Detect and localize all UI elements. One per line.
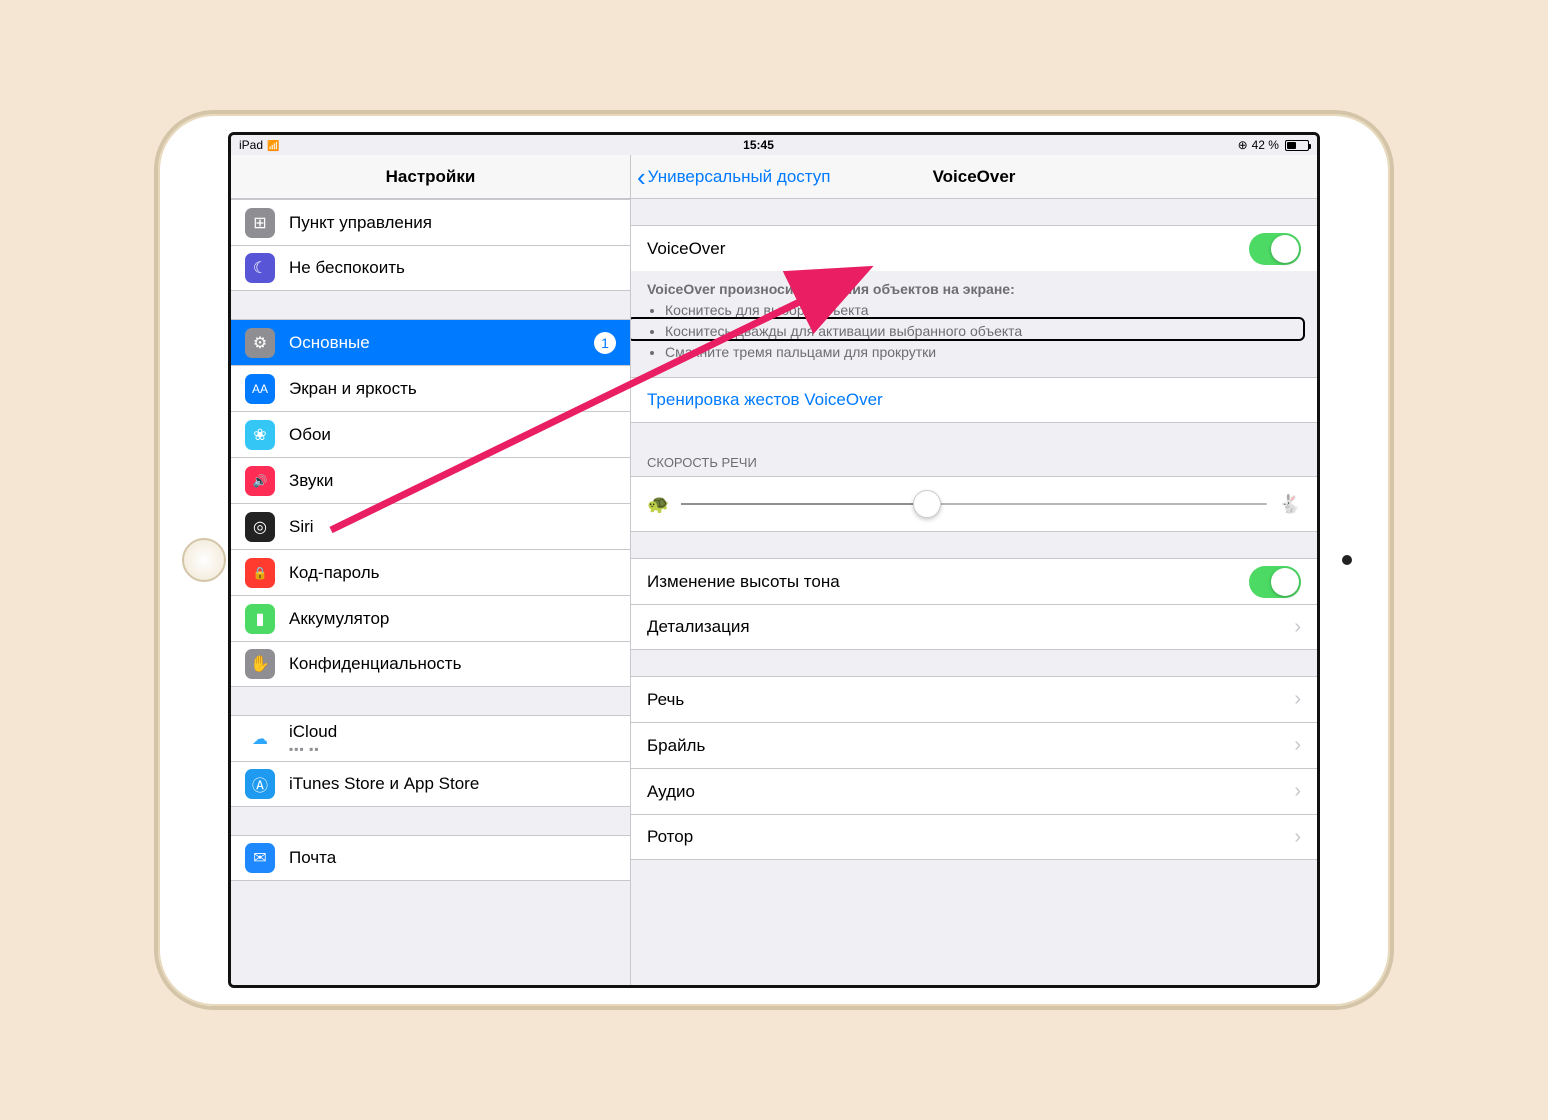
sidebar-item-wallpaper[interactable]: ❀ Обои: [231, 411, 630, 457]
camera-dot: [1342, 555, 1352, 565]
badge: 1: [594, 332, 616, 354]
voiceover-label: VoiceOver: [647, 239, 1249, 259]
back-label: Универсальный доступ: [648, 167, 831, 187]
sidebar-title: Настройки: [231, 155, 630, 199]
ipad-frame: iPad 15:45 ⊕ 42 % Настройки ⊞ Пункт управ…: [154, 110, 1394, 1010]
sidebar-item-label: Звуки: [289, 471, 616, 491]
audio-row[interactable]: Аудио ›: [631, 768, 1317, 814]
sidebar-item-privacy[interactable]: ✋ Конфиденциальность: [231, 641, 630, 687]
sidebar-item-label: Конфиденциальность: [289, 654, 616, 674]
privacy-icon: ✋: [245, 649, 275, 679]
passcode-icon: 🔒: [245, 558, 275, 588]
wallpaper-icon: ❀: [245, 420, 275, 450]
sidebar-item-stores[interactable]: ⒶiTunes Store и App Store: [231, 761, 630, 807]
sidebar-item-label: Siri: [289, 517, 616, 537]
slider-fill: [681, 503, 927, 505]
voiceover-switch[interactable]: [1249, 233, 1301, 265]
sidebar-item-label: Аккумулятор: [289, 609, 616, 629]
sidebar-item-general[interactable]: ⚙ Основные 1: [231, 319, 630, 365]
mail-icon: ✉: [245, 843, 275, 873]
voiceover-desc-bullet: Коснитесь для выбора объекта: [665, 300, 1301, 321]
chevron-right-icon: ›: [1294, 688, 1301, 711]
speaking-rate-slider[interactable]: 🐢 🐇: [631, 476, 1317, 532]
rabbit-icon: 🐇: [1279, 494, 1301, 515]
braille-row[interactable]: Брайль ›: [631, 722, 1317, 768]
orientation-lock-icon: ⊕: [1238, 138, 1248, 152]
speech-row[interactable]: Речь ›: [631, 676, 1317, 722]
chevron-right-icon: ›: [1294, 616, 1301, 639]
sidebar-item-icloud[interactable]: ☁ iCloud▪▪▪ ▪▪: [231, 715, 630, 761]
sidebar-item-mail[interactable]: ✉ Почта: [231, 835, 630, 881]
siri-icon: ◎: [245, 512, 275, 542]
wifi-icon: [267, 138, 279, 152]
detail-title: VoiceOver: [933, 167, 1016, 187]
home-button[interactable]: [182, 538, 226, 582]
settings-sidebar[interactable]: Настройки ⊞ Пункт управления ☾ Не беспокоит…: [231, 155, 631, 985]
voiceover-desc-bullet: Коснитесь дважды для активации выбранног…: [665, 321, 1301, 342]
stores-icon: Ⓐ: [245, 769, 275, 799]
general-icon: ⚙: [245, 328, 275, 358]
sidebar-item-label: iTunes Store и App Store: [289, 774, 616, 794]
slider-track[interactable]: [681, 503, 1266, 505]
clock: 15:45: [743, 138, 774, 152]
sidebar-item-siri[interactable]: ◎ Siri: [231, 503, 630, 549]
sidebar-item-battery[interactable]: ▮ Аккумулятор: [231, 595, 630, 641]
sidebar-item-sounds[interactable]: 🔊 Звуки: [231, 457, 630, 503]
sidebar-item-label: Пункт управления: [289, 213, 616, 233]
chevron-left-icon: ‹: [637, 164, 646, 190]
sidebar-item-label: Код-пароль: [289, 563, 616, 583]
battery-icon: [1285, 140, 1309, 151]
back-button[interactable]: ‹ Универсальный доступ: [631, 164, 830, 190]
sidebar-item-control-center[interactable]: ⊞ Пункт управления: [231, 199, 630, 245]
status-bar: iPad 15:45 ⊕ 42 %: [231, 135, 1317, 155]
sidebar-item-display[interactable]: AA Экран и яркость: [231, 365, 630, 411]
battery-icon: ▮: [245, 604, 275, 634]
sidebar-item-passcode[interactable]: 🔒 Код-пароль: [231, 549, 630, 595]
display-icon: AA: [245, 374, 275, 404]
verbosity-row[interactable]: Детализация ›: [631, 604, 1317, 650]
detail-header: ‹ Универсальный доступ VoiceOver: [631, 155, 1317, 199]
sidebar-item-dnd[interactable]: ☾ Не беспокоить: [231, 245, 630, 291]
dnd-icon: ☾: [245, 253, 275, 283]
sidebar-item-label: Основные: [289, 333, 580, 353]
voiceover-desc-heading: VoiceOver произносит названия объектов н…: [647, 281, 1015, 297]
chevron-right-icon: ›: [1294, 734, 1301, 757]
chevron-right-icon: ›: [1294, 780, 1301, 803]
voiceover-description: VoiceOver произносит названия объектов н…: [631, 271, 1317, 367]
device-label: iPad: [239, 138, 263, 152]
screen: iPad 15:45 ⊕ 42 % Настройки ⊞ Пункт управ…: [228, 132, 1320, 988]
battery-percent: 42 %: [1252, 138, 1279, 152]
voiceover-row[interactable]: VoiceOver: [631, 225, 1317, 271]
pitch-change-row[interactable]: Изменение высоты тона: [631, 558, 1317, 604]
speaking-rate-header: СКОРОСТЬ РЕЧИ: [631, 449, 1317, 476]
sounds-icon: 🔊: [245, 466, 275, 496]
detail-pane[interactable]: ‹ Универсальный доступ VoiceOver VoiceOv…: [631, 155, 1317, 985]
battery-fill: [1287, 142, 1296, 149]
pitch-change-switch[interactable]: [1249, 566, 1301, 598]
sidebar-item-label: iCloud: [289, 722, 616, 742]
practice-gestures-row[interactable]: Тренировка жестов VoiceOver: [631, 377, 1317, 423]
rotor-row[interactable]: Ротор ›: [631, 814, 1317, 860]
sidebar-item-subtitle: ▪▪▪ ▪▪: [289, 742, 616, 756]
sidebar-item-label: Почта: [289, 848, 616, 868]
slider-thumb[interactable]: [913, 490, 941, 518]
turtle-icon: 🐢: [647, 494, 669, 515]
voiceover-desc-bullet: Смахните тремя пальцами для прокрутки: [665, 342, 1301, 363]
icloud-icon: ☁: [245, 724, 275, 754]
sidebar-item-label: Экран и яркость: [289, 379, 616, 399]
chevron-right-icon: ›: [1294, 826, 1301, 849]
sidebar-item-label: Не беспокоить: [289, 258, 616, 278]
control-center-icon: ⊞: [245, 208, 275, 238]
sidebar-item-label: Обои: [289, 425, 616, 445]
